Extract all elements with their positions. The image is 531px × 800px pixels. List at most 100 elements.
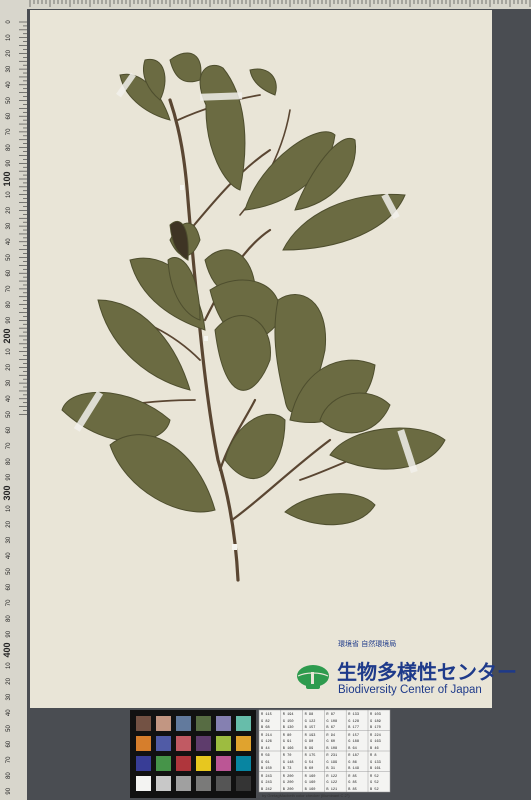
ruler-label: 50 (6, 568, 12, 575)
ruler-label: 50 (6, 97, 12, 104)
ruler-label: 20 (6, 49, 12, 56)
ruler-label: 50 (6, 725, 12, 732)
ruler-label: 80 (6, 615, 12, 622)
color-value-cell: R 8 (370, 754, 377, 758)
color-value-cell: R 133 (348, 713, 359, 717)
color-patch (196, 736, 211, 751)
color-patch (196, 756, 211, 771)
ruler-label: 70 (6, 128, 12, 135)
color-value-cell: B 166 (282, 746, 294, 751)
color-value-cell: B 67 (326, 726, 336, 730)
color-value-cell: G 60 (326, 740, 336, 744)
color-value-cell: B 68 (261, 726, 270, 730)
color-value-cell: G 91 (282, 740, 292, 744)
color-patch (236, 716, 251, 731)
color-value-cell: G 52 (370, 781, 379, 785)
color-value-cell: R 160 (304, 774, 316, 779)
color-value-cell: R 94 (326, 733, 336, 738)
ruler-label: 60 (6, 112, 12, 119)
color-value-cell: G 90 (304, 740, 314, 744)
color-patch (216, 716, 231, 731)
ruler-label: 60 (6, 583, 12, 590)
ruler-label: 10 (6, 34, 12, 41)
color-value-cell: R 231 (326, 754, 338, 758)
color-value-cell: R 243 (261, 774, 272, 779)
color-value-cell: G 82 (261, 719, 270, 724)
color-value-cell: R 193 (304, 733, 316, 738)
color-value-cell: G 150 (282, 719, 294, 724)
color-value-cell: B 46 (370, 746, 379, 751)
ruler-label: 70 (6, 599, 12, 606)
ruler-label: 10 (6, 191, 12, 198)
ruler-label: 80 (6, 458, 12, 465)
color-value-cell: B 160 (304, 787, 316, 792)
color-value-cell: R 175 (304, 754, 316, 758)
color-value-cell: G 188 (348, 740, 359, 744)
ministry-label: 環境省 自然環境局 (338, 640, 397, 648)
ruler-label: 20 (6, 206, 12, 213)
ruler-label: 50 (6, 254, 12, 261)
ruler-label: 40 (6, 395, 12, 402)
color-value-cell: B 161 (370, 767, 381, 771)
center-name-english: Biodiversity Center of Japan (338, 684, 482, 696)
color-value-cell: G 54 (304, 760, 314, 765)
ruler-label: 30 (6, 536, 12, 543)
color-patch (156, 756, 171, 771)
left-ruler (0, 0, 27, 800)
color-patch (196, 776, 211, 791)
color-value-cell: G 163 (370, 740, 381, 744)
color-value-cell: G 85 (348, 781, 357, 785)
color-value-cell: R 187 (348, 754, 359, 758)
color-patch (136, 716, 151, 731)
color-value-cell: B 85 (348, 787, 357, 792)
ruler-label: 20 (6, 363, 12, 370)
color-value-cell: B 200 (282, 787, 294, 792)
color-value-cell: G 148 (282, 760, 294, 765)
color-value-cell: G 128 (348, 719, 359, 724)
ruler-label: 50 (6, 411, 12, 418)
color-value-cell: B 44 (261, 746, 270, 751)
center-name-japanese: 生物多様性センター (337, 660, 517, 684)
color-value-cell: B 157 (304, 726, 316, 730)
color-value-cell: G 61 (261, 760, 270, 765)
color-value-cell: B 130 (282, 726, 294, 730)
color-value-cell: R 200 (282, 774, 294, 779)
color-value-cell: G 108 (326, 719, 338, 724)
color-value-cell: R 157 (348, 733, 359, 738)
color-patch (156, 716, 171, 731)
color-value-cell: B 73 (282, 767, 292, 771)
color-patch (136, 756, 151, 771)
color-value-cell: G 199 (326, 760, 338, 765)
ruler-label: 20 (6, 677, 12, 684)
color-value-cell: B 108 (326, 746, 338, 751)
ruler-label: 90 (6, 630, 12, 637)
ruler-label: 20 (6, 520, 12, 527)
color-value-cell: B 31 (326, 767, 336, 771)
color-value-cell: B 242 (261, 787, 272, 792)
color-value-cell: R 87 (326, 713, 336, 717)
ruler-label: 200 (2, 328, 12, 343)
ruler-label: 70 (6, 442, 12, 449)
color-value-cell: G 160 (304, 781, 316, 785)
color-value-cell: B 121 (326, 787, 338, 792)
ruler-label: 30 (6, 379, 12, 386)
color-value-cell: G 189 (370, 719, 381, 724)
ruler-label: 10 (6, 348, 12, 355)
color-value-cell: B 150 (261, 767, 272, 771)
color-value-cell: R 80 (282, 733, 292, 738)
color-value-cell: R 122 (326, 774, 338, 779)
ruler-label: 80 (6, 772, 12, 779)
ruler-label: 70 (6, 285, 12, 292)
color-value-cell: G 133 (370, 760, 381, 765)
ruler-label: 100 (2, 171, 12, 186)
ruler-label: 90 (6, 473, 12, 480)
color-value-cell: G 200 (282, 781, 294, 785)
color-value-cell: R 224 (370, 733, 381, 738)
color-patch (176, 756, 191, 771)
color-patch (216, 736, 231, 751)
color-value-cell: B 64 (348, 746, 357, 751)
color-value-cell: B 177 (348, 726, 359, 730)
ruler-label: 80 (6, 301, 12, 308)
color-value-cell: R 115 (261, 713, 272, 717)
ruler-label: 60 (6, 269, 12, 276)
